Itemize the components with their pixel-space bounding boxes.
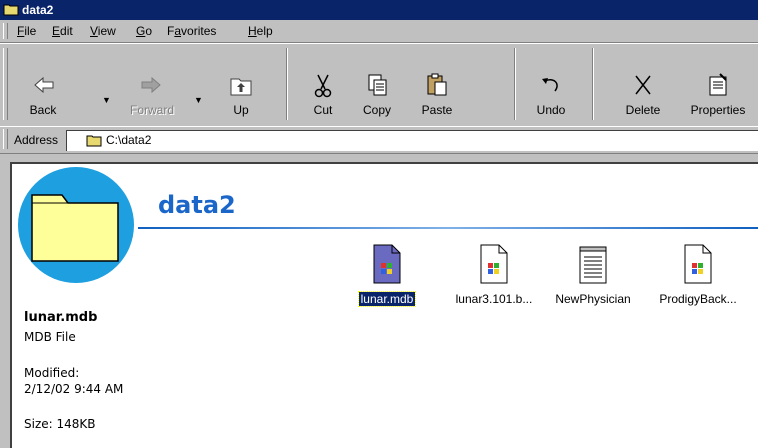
copy-label: Copy xyxy=(362,103,391,117)
toolbar-separator xyxy=(592,48,594,120)
toolbar-separator xyxy=(286,48,288,120)
address-input[interactable] xyxy=(66,130,758,151)
menu-view-rest: iew xyxy=(97,24,116,38)
folder-icon xyxy=(86,135,102,147)
paste-button[interactable]: Paste xyxy=(410,47,464,121)
back-label: Back xyxy=(29,103,57,117)
menu-file[interactable]: File xyxy=(17,24,36,38)
address-label: Address xyxy=(14,133,59,147)
menu-help[interactable]: Help xyxy=(248,24,273,38)
menu-view[interactable]: View xyxy=(90,24,116,38)
file-item[interactable]: lunar3.101.b... xyxy=(449,243,539,306)
windows-file-icon xyxy=(684,244,712,284)
forward-dropdown-arrow[interactable]: ▼ xyxy=(194,95,203,105)
file-item[interactable]: ProdigyBack... xyxy=(653,243,743,306)
window-title: data2 xyxy=(22,3,54,17)
properties-button[interactable]: Properties xyxy=(682,47,754,121)
copy-icon xyxy=(368,74,387,96)
toolbar-separator xyxy=(514,48,516,120)
cut-label: Cut xyxy=(313,103,333,117)
back-arrow-icon xyxy=(34,76,54,94)
menu-go-rest: o xyxy=(145,24,153,38)
delete-label: Delete xyxy=(625,103,661,117)
delete-button[interactable]: Delete xyxy=(618,47,668,121)
up-folder-icon xyxy=(230,78,252,96)
menu-file-rest: ile xyxy=(24,24,37,38)
selected-file-type: MDB File xyxy=(24,330,76,344)
menu-favorites-rest: vorites xyxy=(181,24,217,38)
cut-button[interactable]: Cut xyxy=(300,47,346,121)
windows-file-icon xyxy=(480,244,508,284)
undo-label: Undo xyxy=(536,103,566,117)
properties-icon xyxy=(709,73,727,96)
menu-edit-rest: dit xyxy=(60,24,73,38)
menu-edit[interactable]: Edit xyxy=(52,24,73,38)
file-name: lunar3.101.b... xyxy=(455,292,533,306)
title-bar[interactable]: data2 xyxy=(0,0,758,20)
scissors-icon xyxy=(314,74,332,98)
title-divider xyxy=(138,227,758,229)
file-name: NewPhysician xyxy=(555,292,631,306)
menu-favorites[interactable]: Favorites xyxy=(167,24,216,38)
large-folder-icon xyxy=(18,167,134,283)
address-grip[interactable] xyxy=(3,129,8,149)
menu-go[interactable]: Go xyxy=(136,24,152,38)
selected-file-name: lunar.mdb xyxy=(24,310,98,325)
modified-value: 2/12/02 9:44 AM xyxy=(24,382,124,396)
file-name: ProdigyBack... xyxy=(659,292,737,306)
forward-arrow-icon xyxy=(141,76,161,94)
file-size: Size: 148KB xyxy=(24,417,96,431)
undo-icon xyxy=(542,78,558,92)
text-document-icon xyxy=(579,246,607,284)
mdb-file-icon xyxy=(373,244,401,284)
folder-title: data2 xyxy=(158,191,236,219)
folder-icon xyxy=(3,4,19,16)
menu-help-rest: elp xyxy=(256,24,273,38)
properties-label: Properties xyxy=(690,103,746,117)
delete-x-icon xyxy=(635,75,651,95)
copy-button[interactable]: Copy xyxy=(352,47,402,121)
back-button[interactable]: Back xyxy=(18,47,68,121)
undo-button[interactable]: Undo xyxy=(524,47,578,121)
forward-button[interactable]: Forward xyxy=(122,47,182,121)
toolbar-grip[interactable] xyxy=(3,48,8,120)
paste-label: Paste xyxy=(421,103,453,117)
file-name: lunar.mdb xyxy=(357,291,417,307)
back-dropdown-arrow[interactable]: ▼ xyxy=(102,95,111,105)
paste-clipboard-icon xyxy=(427,73,447,96)
up-label: Up xyxy=(233,103,249,117)
file-item[interactable]: lunar.mdb xyxy=(342,243,432,307)
modified-label: Modified: xyxy=(24,366,80,380)
file-item[interactable]: NewPhysician xyxy=(548,243,638,306)
forward-label: Forward xyxy=(129,103,174,117)
menu-grip[interactable] xyxy=(3,23,8,39)
address-value[interactable]: C:\data2 xyxy=(106,133,151,147)
up-button[interactable]: Up xyxy=(216,47,266,121)
